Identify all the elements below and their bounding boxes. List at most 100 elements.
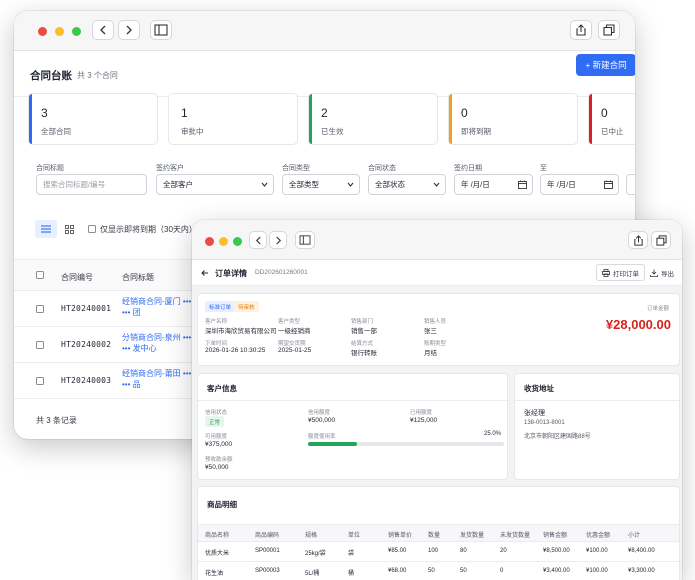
field-key: 账期类型 (424, 341, 447, 347)
used-limit: ¥125,000 (410, 417, 438, 424)
row-checkbox[interactable] (36, 377, 44, 385)
field-key: 客户名称 (205, 319, 228, 325)
minimize-window-button[interactable] (219, 237, 228, 246)
type-select[interactable]: 全部类型 (282, 174, 360, 195)
printer-icon (602, 268, 610, 277)
available-limit-label: 可用额度 (205, 434, 228, 440)
print-order-button[interactable]: 打印订单 (596, 264, 645, 281)
stat-card-terminated[interactable]: 0 已中止 (588, 93, 635, 145)
detail-body: 标准订单 待审核 订单金额 ¥28,000.00 客户名称 深圳市海欣贸易有限公… (192, 286, 682, 580)
contract-title-link[interactable]: 经销商合同-莆田 ••• ••• 品 (122, 368, 196, 390)
page-header: 合同台账 共 3 个合同 (14, 51, 635, 97)
share-button[interactable] (570, 20, 592, 40)
sales-department: 销售一部 (351, 328, 377, 335)
sales-amount: ¥8,500.00 (543, 548, 570, 554)
credit-status-badge: 正常 (205, 416, 225, 427)
column-header: 商品编码 (255, 533, 280, 539)
unshipped-quantity: 20 (500, 548, 507, 554)
column-header: 优惠金额 (586, 533, 611, 539)
contract-count: 共 3 个合同 (77, 71, 118, 80)
credit-limit: ¥500,000 (308, 417, 336, 424)
unshipped-quantity: 0 (500, 568, 504, 574)
back-nav-button[interactable] (92, 20, 114, 40)
subtotal: ¥3,300.00 (628, 568, 655, 574)
stat-card-approving[interactable]: 1 审批中 (168, 93, 298, 145)
tabs-overview-button[interactable] (598, 20, 620, 40)
tabs-icon (655, 234, 667, 246)
product-row: 花生油 SP00003 5L/桶 桶 ¥68.00 50 50 0 ¥3,400… (198, 562, 679, 580)
tabs-icon (603, 24, 615, 36)
select-all-checkbox[interactable] (36, 271, 44, 279)
unit-price: ¥85.00 (388, 548, 407, 554)
stat-label: 已生效 (321, 127, 344, 136)
calendar-icon (604, 180, 613, 189)
customer-type: 一级经销商 (278, 328, 311, 335)
minimize-window-button[interactable] (55, 27, 64, 36)
stat-label: 即将到期 (461, 127, 491, 136)
order-detail-window: 订单详情 DD202601260001 打印订单 导出 标准订单 待审核 订单金… (192, 220, 682, 580)
settlement-method: 银行转账 (351, 350, 377, 357)
status-select[interactable]: 全部状态 (368, 174, 446, 195)
order-type-tag: 标准订单 (205, 301, 236, 312)
discount-amount: ¥100.00 (586, 548, 608, 554)
card-title: 客户信息 (207, 384, 237, 393)
column-header: 商品名称 (205, 533, 230, 539)
date-to-input[interactable]: 年 /月/日 (540, 174, 619, 195)
stat-value: 0 (461, 106, 468, 120)
title-line2: 团 (132, 308, 141, 317)
contract-code: HT20240001 (61, 304, 112, 313)
sidebar-toggle-button[interactable] (150, 20, 172, 40)
ellipsis-icon: ••• (122, 380, 133, 389)
column-header: 销售单价 (388, 533, 413, 539)
stat-card-expiring[interactable]: 0 即将到期 (448, 93, 578, 145)
forward-nav-button[interactable] (269, 231, 287, 249)
product-unit: 袋 (348, 551, 355, 557)
product-name: 花生油 (205, 571, 224, 577)
share-icon (633, 234, 643, 246)
close-window-button[interactable] (38, 27, 47, 36)
expiring-only-checkbox[interactable] (88, 225, 96, 233)
chevron-down-icon (261, 182, 268, 187)
customer-info-card: 客户信息 信用状态 正常 信用额度 ¥500,000 已用额度 ¥125,000… (197, 373, 508, 480)
contract-code: HT20240002 (61, 340, 112, 349)
list-view-button[interactable] (35, 220, 57, 238)
sales-amount: ¥3,400.00 (543, 568, 570, 574)
download-icon (650, 269, 658, 277)
contract-title-link[interactable]: 经销商合同-厦门 ••• ••• 团 (122, 296, 196, 318)
filter-extra-button[interactable] (626, 174, 635, 195)
title-search-input[interactable]: 搜索合同标题/编号 (36, 174, 147, 195)
stat-value: 2 (321, 106, 328, 120)
order-time: 2026-01-26 10:30:25 (205, 347, 266, 354)
sidebar-toggle-button[interactable] (295, 231, 315, 249)
export-button[interactable]: 导出 (645, 264, 679, 281)
row-checkbox[interactable] (36, 305, 44, 313)
unit-price: ¥68.00 (388, 568, 407, 574)
share-button[interactable] (628, 231, 648, 249)
new-contract-button[interactable]: + 新建合同 (576, 54, 635, 76)
close-window-button[interactable] (205, 237, 214, 246)
customer-name: 深圳市海欣贸易有限公司 (205, 328, 277, 335)
maximize-window-button[interactable] (233, 237, 242, 246)
subtotal: ¥8,400.00 (628, 548, 655, 554)
shipped-quantity: 80 (460, 548, 467, 554)
maximize-window-button[interactable] (72, 27, 81, 36)
stat-card-active[interactable]: 2 已生效 (308, 93, 438, 145)
chevron-right-icon (275, 236, 281, 244)
payment-term: 月结 (424, 350, 437, 357)
arrow-left-icon[interactable] (201, 269, 209, 277)
contract-title-link[interactable]: 分销商合同-泉州 ••• ••• 发中心 (122, 332, 196, 354)
column-header-title: 合同标题 (122, 273, 154, 282)
forward-nav-button[interactable] (118, 20, 140, 40)
customer-select[interactable]: 全部客户 (156, 174, 274, 195)
date-from-input[interactable]: 年 /月/日 (454, 174, 533, 195)
product-code: SP00001 (255, 548, 280, 554)
column-header: 小计 (628, 533, 641, 539)
row-checkbox[interactable] (36, 341, 44, 349)
window-titlebar (192, 220, 682, 260)
back-nav-button[interactable] (249, 231, 267, 249)
tabs-overview-button[interactable] (651, 231, 671, 249)
stat-card-all[interactable]: 3 全部合同 (28, 93, 158, 145)
ellipsis-icon: ••• (122, 308, 133, 317)
grid-view-button[interactable] (58, 220, 80, 238)
column-header: 规格 (305, 533, 318, 539)
